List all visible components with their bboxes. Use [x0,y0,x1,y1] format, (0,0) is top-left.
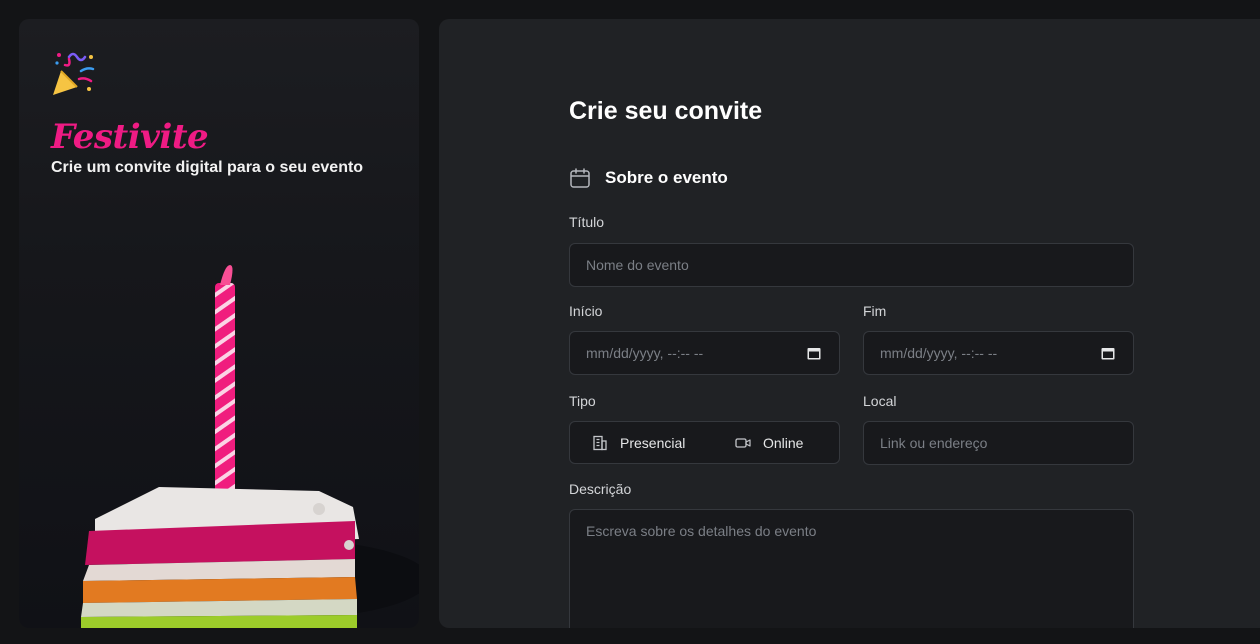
location-label: Local [863,393,897,409]
event-type-toggle: Presencial Online [569,421,840,464]
brand-name: Festivite [51,117,209,157]
type-option-in-person[interactable]: Presencial [592,435,685,451]
type-option-online[interactable]: Online [735,435,803,451]
video-camera-icon [735,437,751,448]
brand-tagline: Crie um convite digital para o seu event… [51,159,364,176]
description-label: Descrição [569,481,632,497]
type-option-label: Presencial [620,434,686,451]
calendar-icon [570,168,590,188]
end-datetime-input[interactable]: mm/dd/yyyy, --:-- -- [863,331,1134,375]
title-input[interactable]: Nome do evento [569,243,1134,287]
start-placeholder: mm/dd/yyyy, --:-- -- [586,345,704,361]
type-label: Tipo [569,393,596,409]
end-placeholder: mm/dd/yyyy, --:-- -- [880,345,998,361]
location-input[interactable]: Link ou endereço [863,421,1134,465]
calendar-icon[interactable] [1101,347,1115,360]
description-textarea[interactable]: Escreva sobre os detalhes do evento [569,509,1134,628]
title-label: Título [569,214,605,230]
calendar-icon[interactable] [807,347,821,360]
party-popper-icon [53,52,95,95]
start-datetime-input[interactable]: mm/dd/yyyy, --:-- -- [569,331,840,375]
hero-panel: Festivite Crie um convite digital para o… [19,19,419,628]
end-label: Fim [863,303,887,319]
start-label: Início [569,303,603,319]
section-header: Sobre o evento [569,167,728,189]
location-placeholder: Link ou endereço [880,435,988,451]
page-title: Crie seu convite [569,97,763,125]
form-panel: Crie seu convite Sobre o evento Título N… [439,19,1260,628]
building-icon [593,435,607,450]
title-placeholder: Nome do evento [586,257,689,273]
section-title: Sobre o evento [605,168,728,187]
type-option-label: Online [763,434,804,451]
birthday-cake-image [81,265,419,628]
description-placeholder: Escreva sobre os detalhes do evento [586,523,817,539]
